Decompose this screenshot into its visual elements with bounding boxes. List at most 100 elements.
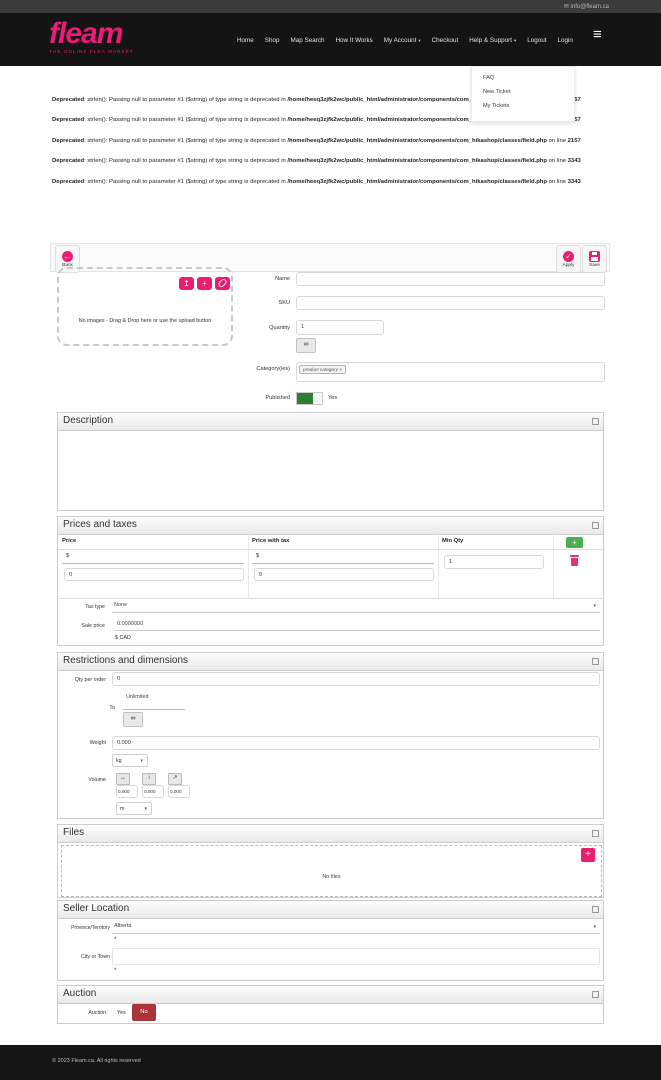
nav-item-logout[interactable]: Logout: [527, 37, 546, 44]
chevron-down-icon: ▾: [593, 924, 596, 930]
auction-no-button[interactable]: No: [132, 1004, 156, 1021]
contact-email[interactable]: ✉ info@fleam.ca: [564, 3, 609, 10]
navbar: fleam THE ONLINE FLEA MARKET Home Shop M…: [0, 13, 661, 66]
width-dimension-button[interactable]: ↔: [116, 773, 130, 785]
volume-height-input[interactable]: 0.000: [142, 785, 164, 798]
warning-online: on line: [547, 179, 568, 185]
sku-input[interactable]: [296, 296, 605, 310]
link-icon: [217, 278, 228, 289]
menu-icon[interactable]: ≡: [593, 27, 602, 42]
dropdown-item-my-tickets[interactable]: My Tickets: [472, 103, 574, 117]
province-select[interactable]: Alberta ▾: [112, 920, 600, 934]
sale-price-input[interactable]: 0.0000000: [115, 618, 600, 631]
category-tag[interactable]: product category ×: [299, 365, 346, 374]
volume-depth-input[interactable]: 0.000: [168, 785, 190, 798]
nav-item-my-account[interactable]: My Account▾: [384, 37, 421, 44]
help-support-dropdown: FAQ New Ticket My Tickets: [471, 66, 575, 122]
section-seller-location-title: Seller Location: [58, 901, 603, 914]
quantity-input[interactable]: 1: [296, 320, 384, 335]
min-qty-input[interactable]: 1: [444, 555, 544, 569]
qty-to-label: To: [98, 705, 115, 711]
files-dropzone[interactable]: No files +: [61, 845, 602, 897]
save-button-label: Save: [589, 263, 600, 268]
quantity-unlimited-button[interactable]: ∞: [296, 338, 316, 353]
nav-item-home[interactable]: Home: [237, 37, 254, 44]
required-mark: *: [114, 937, 116, 943]
sku-label: SKU: [228, 300, 290, 306]
upload-image-button[interactable]: ↥: [179, 277, 194, 290]
width-arrow-icon: ↔: [120, 775, 126, 781]
volume-unit-value: m: [120, 806, 124, 812]
plus-icon: +: [572, 538, 577, 547]
remove-icon[interactable]: ×: [339, 367, 342, 372]
warning-line-number: 3343: [568, 179, 581, 185]
price-tax-currency-underline: [252, 563, 434, 564]
qty-max-unlimited-button[interactable]: ∞: [123, 712, 143, 727]
logo[interactable]: fleam THE ONLINE FLEA MARKET: [49, 16, 134, 54]
files-empty-text: No files: [62, 874, 601, 880]
collapse-icon[interactable]: [592, 418, 599, 425]
upload-icon: ↥: [183, 279, 190, 288]
name-input[interactable]: [296, 272, 605, 286]
add-image-button[interactable]: +: [197, 277, 212, 290]
section-seller-location: Seller Location Province/Territory Alber…: [57, 900, 604, 981]
city-input[interactable]: [112, 948, 600, 965]
name-label: Name: [228, 276, 290, 282]
add-file-button[interactable]: +: [581, 848, 595, 862]
published-label: Published: [228, 395, 290, 401]
apply-button-label: Apply: [563, 263, 575, 268]
nav-item-map-search[interactable]: Map Search: [291, 37, 325, 44]
save-button[interactable]: Save: [582, 245, 607, 273]
dropdown-item-faq[interactable]: FAQ: [472, 75, 574, 89]
price-tax-currency: $: [256, 553, 259, 559]
nav-item-shop[interactable]: Shop: [265, 37, 280, 44]
weight-label: Weight: [58, 740, 106, 746]
nav-item-how-it-works[interactable]: How It Works: [335, 37, 372, 44]
nav-item-login[interactable]: Login: [557, 37, 572, 44]
section-auction-header: Auction: [58, 986, 603, 1004]
depth-dimension-button[interactable]: ↗: [168, 773, 182, 785]
image-dropzone[interactable]: ↥ + No images - Drag & Drop here or use …: [57, 267, 233, 346]
tax-type-select[interactable]: None ▾: [112, 599, 600, 613]
nav-item-help-support-label: Help & Support: [469, 37, 512, 44]
warning-online: on line: [547, 138, 568, 144]
column-price: Price: [62, 538, 76, 544]
weight-unit-select[interactable]: kg ▾: [112, 754, 148, 767]
province-value: Alberta: [114, 923, 131, 929]
collapse-icon[interactable]: [592, 830, 599, 837]
height-dimension-button[interactable]: ↕: [142, 773, 156, 785]
apply-button[interactable]: ✓ Apply: [556, 245, 581, 273]
qty-max-underline[interactable]: [123, 709, 185, 710]
description-editor[interactable]: [58, 431, 603, 511]
qty-unlimited-text: Unlimited: [126, 694, 148, 700]
plus-icon: +: [585, 849, 591, 860]
nav-item-checkout[interactable]: Checkout: [432, 37, 459, 44]
auction-yes-button[interactable]: Yes: [117, 1010, 126, 1016]
delete-price-button[interactable]: [570, 555, 579, 566]
collapse-icon[interactable]: [592, 658, 599, 665]
caret-down-icon: ▾: [514, 38, 516, 43]
categories-label: Category(ies): [228, 366, 290, 372]
auction-label: Auction: [60, 1010, 106, 1016]
price-with-tax-input[interactable]: 0: [254, 568, 434, 581]
logo-tagline: THE ONLINE FLEA MARKET: [49, 49, 134, 54]
infinity-icon: ∞: [304, 341, 309, 348]
published-toggle[interactable]: [296, 392, 323, 405]
prices-table-header: [58, 534, 603, 550]
weight-input[interactable]: 0.000: [112, 736, 600, 750]
collapse-icon[interactable]: [592, 906, 599, 913]
collapse-icon[interactable]: [592, 522, 599, 529]
qty-per-order-min-input[interactable]: 0: [112, 672, 600, 686]
dropdown-item-new-ticket[interactable]: New Ticket: [472, 89, 574, 103]
categories-input[interactable]: product category ×: [296, 362, 605, 382]
volume-unit-select[interactable]: m ▾: [116, 802, 152, 815]
copyright-text: © 2023 Fleam.ca. All rights reserved: [52, 1058, 141, 1064]
volume-width-input[interactable]: 0.000: [116, 785, 138, 798]
column-divider: [438, 534, 439, 598]
section-restrictions: Restrictions and dimensions Qty per orde…: [57, 652, 604, 819]
deprecation-warning: Deprecated: strlen(): Passing null to pa…: [52, 136, 605, 146]
price-input[interactable]: 0: [64, 568, 244, 581]
collapse-icon[interactable]: [592, 991, 599, 998]
nav-item-help-support[interactable]: Help & Support▾: [469, 37, 516, 44]
add-price-button[interactable]: +: [566, 537, 583, 548]
